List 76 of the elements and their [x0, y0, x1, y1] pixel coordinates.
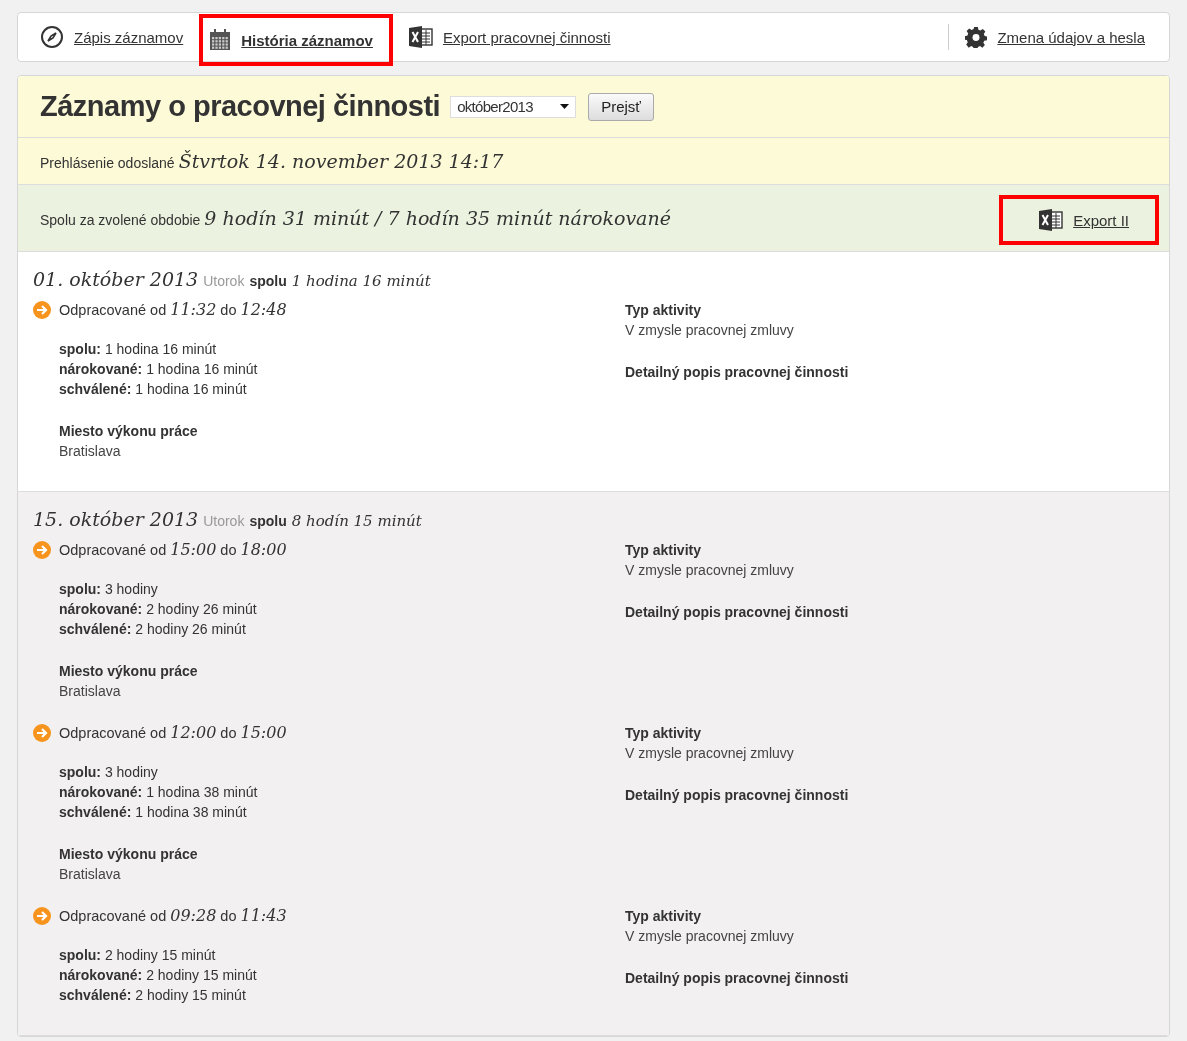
- activity-type-label: Typ aktivity: [625, 907, 702, 926]
- start-time: 15:00: [170, 540, 217, 559]
- duration-stat: spolu: 3 hodiny: [59, 580, 159, 599]
- page-title: Záznamy o pracovnej činnosti: [40, 90, 441, 123]
- description-label: Detailný popis pracovnej činnosti: [625, 969, 850, 988]
- worked-to-label: do: [220, 908, 237, 924]
- description-label: Detailný popis pracovnej činnosti: [625, 363, 850, 382]
- duration-stat: schválené: 2 hodiny 15 minút: [59, 986, 247, 1005]
- activity-type-label: Typ aktivity: [625, 724, 702, 743]
- spreadsheet-icon: [408, 26, 433, 48]
- activity-type-value: V zmysle pracovnej zmluvy: [625, 321, 795, 340]
- end-time: 12:48: [240, 300, 287, 319]
- place-value: Bratislava: [59, 442, 122, 461]
- day-total-label: spolu: [249, 513, 287, 529]
- duration-stat: spolu: 2 hodiny 15 minút: [59, 946, 217, 965]
- description-label: Detailný popis pracovnej činnosti: [625, 786, 850, 805]
- activity-type-label: Typ aktivity: [625, 541, 702, 560]
- go-button[interactable]: Prejsť: [588, 92, 654, 121]
- arrow-circle-icon: [33, 300, 51, 319]
- compass-icon: [40, 25, 64, 49]
- worked-to-label: do: [220, 725, 237, 741]
- start-time: 09:28: [170, 906, 217, 925]
- duration-stat: schválené: 1 hodina 16 minút: [59, 380, 248, 399]
- period-total-label: Spolu za zvolené obdobie: [40, 212, 201, 228]
- activity-type-value: V zmysle pracovnej zmluvy: [625, 927, 795, 946]
- period-total-value: 9 hodín 31 minút / 7 hodín 35 minút nárokované: [204, 207, 671, 229]
- submitted-label: Prehlásenie odoslané: [40, 155, 175, 171]
- duration-stat: schválené: 2 hodiny 26 minút: [59, 620, 247, 639]
- place-label: Miesto výkonu práce: [59, 422, 199, 441]
- day-date: 15. október 2013: [33, 508, 199, 530]
- calendar-icon: [209, 29, 232, 51]
- arrow-circle-icon: [33, 906, 51, 925]
- day-total-label: spolu: [249, 273, 287, 289]
- settings-link[interactable]: Zmena údajov a hesla: [965, 26, 1145, 48]
- day-weekday: Utorok: [203, 513, 245, 529]
- day-total-value: 1 hodina 16 minút: [291, 272, 431, 290]
- start-time: 12:00: [170, 723, 217, 742]
- nav-link[interactable]: Export pracovnej činnosti: [408, 26, 611, 48]
- day-date: 01. október 2013: [33, 268, 199, 290]
- activity-type-value: V zmysle pracovnej zmluvy: [625, 744, 795, 763]
- day-weekday: Utorok: [203, 273, 245, 289]
- settings-icon: [965, 26, 988, 48]
- worked-from-label: Odpracované od: [59, 302, 167, 318]
- start-time: 11:32: [170, 300, 217, 319]
- export-link[interactable]: Export II: [999, 195, 1159, 245]
- end-time: 15:00: [240, 723, 287, 742]
- activity-type-value: V zmysle pracovnej zmluvy: [625, 561, 795, 580]
- duration-stat: spolu: 1 hodina 16 minút: [59, 340, 218, 359]
- arrow-circle-icon: [33, 723, 51, 742]
- description-label: Detailný popis pracovnej činnosti: [625, 603, 850, 622]
- submitted-date: Štvrtok 14. november 2013 14:17: [178, 150, 504, 172]
- place-label: Miesto výkonu práce: [59, 662, 199, 681]
- nav-link[interactable]: Zápis záznamov: [40, 25, 184, 49]
- worked-from-label: Odpracované od: [59, 542, 167, 558]
- duration-stat: spolu: 3 hodiny: [59, 763, 159, 782]
- worked-from-label: Odpracované od: [59, 908, 167, 924]
- end-time: 11:43: [240, 906, 287, 925]
- end-time: 18:00: [240, 540, 287, 559]
- activity-type-label: Typ aktivity: [625, 301, 702, 320]
- duration-stat: nárokované: 1 hodina 38 minút: [59, 783, 259, 802]
- caret-icon: [560, 104, 570, 109]
- place-label: Miesto výkonu práce: [59, 845, 199, 864]
- day-total-value: 8 hodín 15 minút: [291, 512, 422, 530]
- duration-stat: nárokované: 2 hodiny 15 minút: [59, 966, 258, 985]
- worked-to-label: do: [220, 542, 237, 558]
- spreadsheet-icon: [1039, 209, 1064, 231]
- place-value: Bratislava: [59, 682, 122, 701]
- duration-stat: nárokované: 1 hodina 16 minút: [59, 360, 259, 379]
- worked-from-label: Odpracované od: [59, 725, 167, 741]
- place-value: Bratislava: [59, 865, 122, 884]
- worked-to-label: do: [220, 302, 237, 318]
- duration-stat: schválené: 1 hodina 38 minút: [59, 803, 248, 822]
- nav-link[interactable]: História záznamov: [199, 14, 393, 66]
- arrow-circle-icon: [33, 540, 51, 559]
- month-select[interactable]: október2013: [450, 95, 577, 118]
- duration-stat: nárokované: 2 hodiny 26 minút: [59, 600, 258, 619]
